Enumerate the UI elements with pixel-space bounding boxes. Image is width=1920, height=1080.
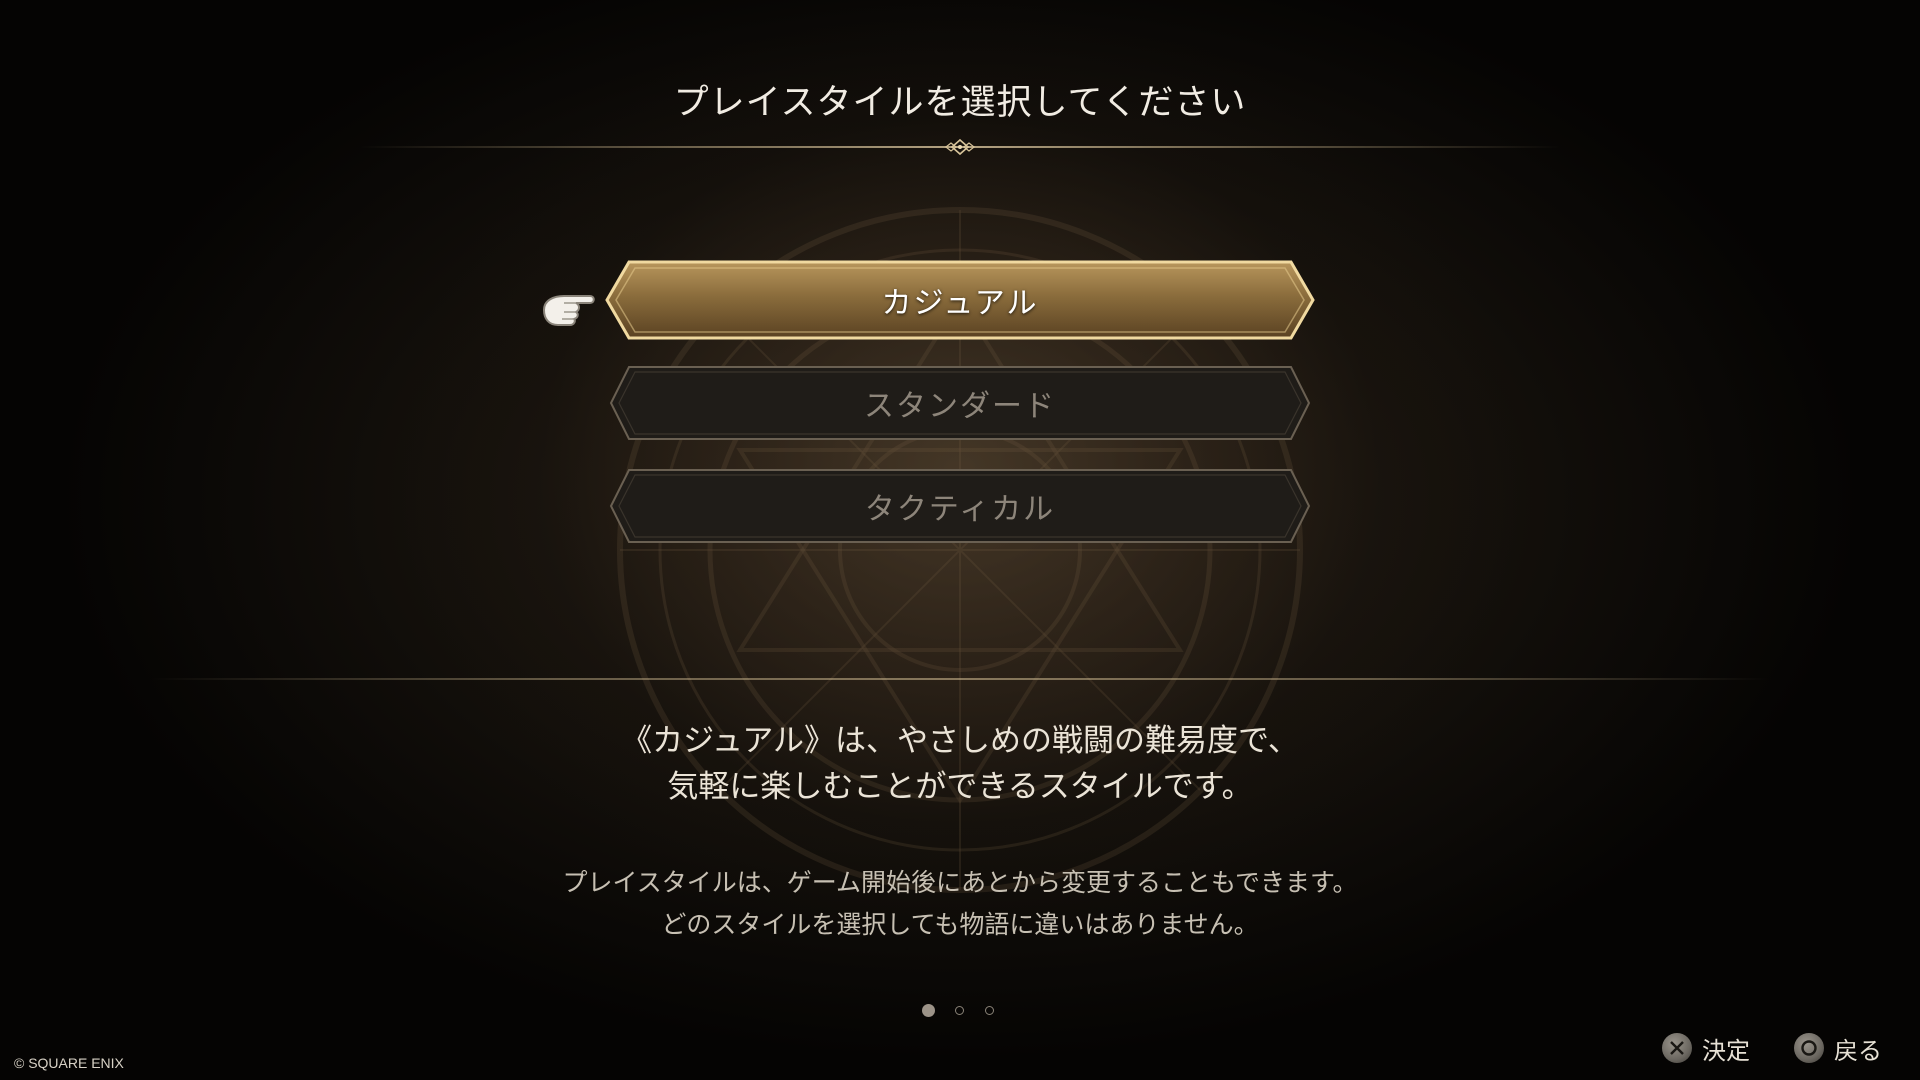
option-description: 《カジュアル》は、やさしめの戦闘の難易度で、 気軽に楽しむことができるスタイルで… <box>0 718 1920 810</box>
option-label: タクティカル <box>864 492 1056 527</box>
back-hint[interactable]: 戻る <box>1794 1030 1882 1066</box>
circle-button-icon <box>1794 1033 1824 1063</box>
option-label: カジュアル <box>881 286 1039 321</box>
confirm-label: 決定 <box>1702 1036 1750 1065</box>
note-line: どのスタイルを選択しても物語に違いはありません。 <box>661 910 1259 939</box>
divider-ornament-icon <box>945 138 975 156</box>
description-line: 気軽に楽しむことができるスタイルです。 <box>667 769 1253 805</box>
page-dot <box>985 1006 994 1015</box>
page-indicator <box>922 1004 998 1017</box>
pointing-hand-icon <box>542 295 595 326</box>
option-label: スタンダード <box>864 389 1056 424</box>
back-label: 戻る <box>1834 1036 1882 1065</box>
option-tactical[interactable]: タクティカル <box>605 466 1315 546</box>
cross-button-icon <box>1662 1033 1692 1063</box>
confirm-hint[interactable]: 決定 <box>1662 1030 1750 1066</box>
page-dot-active <box>922 1004 935 1017</box>
description-divider <box>150 678 1770 680</box>
note-line: プレイスタイルは、ゲーム開始後にあとから変更することもできます。 <box>562 868 1358 897</box>
play-style-note: プレイスタイルは、ゲーム開始後にあとから変更することもできます。 どのスタイルを… <box>0 862 1920 946</box>
option-standard[interactable]: スタンダード <box>605 363 1315 443</box>
copyright: © SQUARE ENIX <box>14 1055 124 1071</box>
option-casual[interactable]: カジュアル <box>605 260 1315 340</box>
description-line: 《カジュアル》は、やさしめの戦闘の難易度で、 <box>621 723 1299 759</box>
page-title: プレイスタイルを選択してください <box>673 83 1247 123</box>
page-dot <box>955 1006 964 1015</box>
